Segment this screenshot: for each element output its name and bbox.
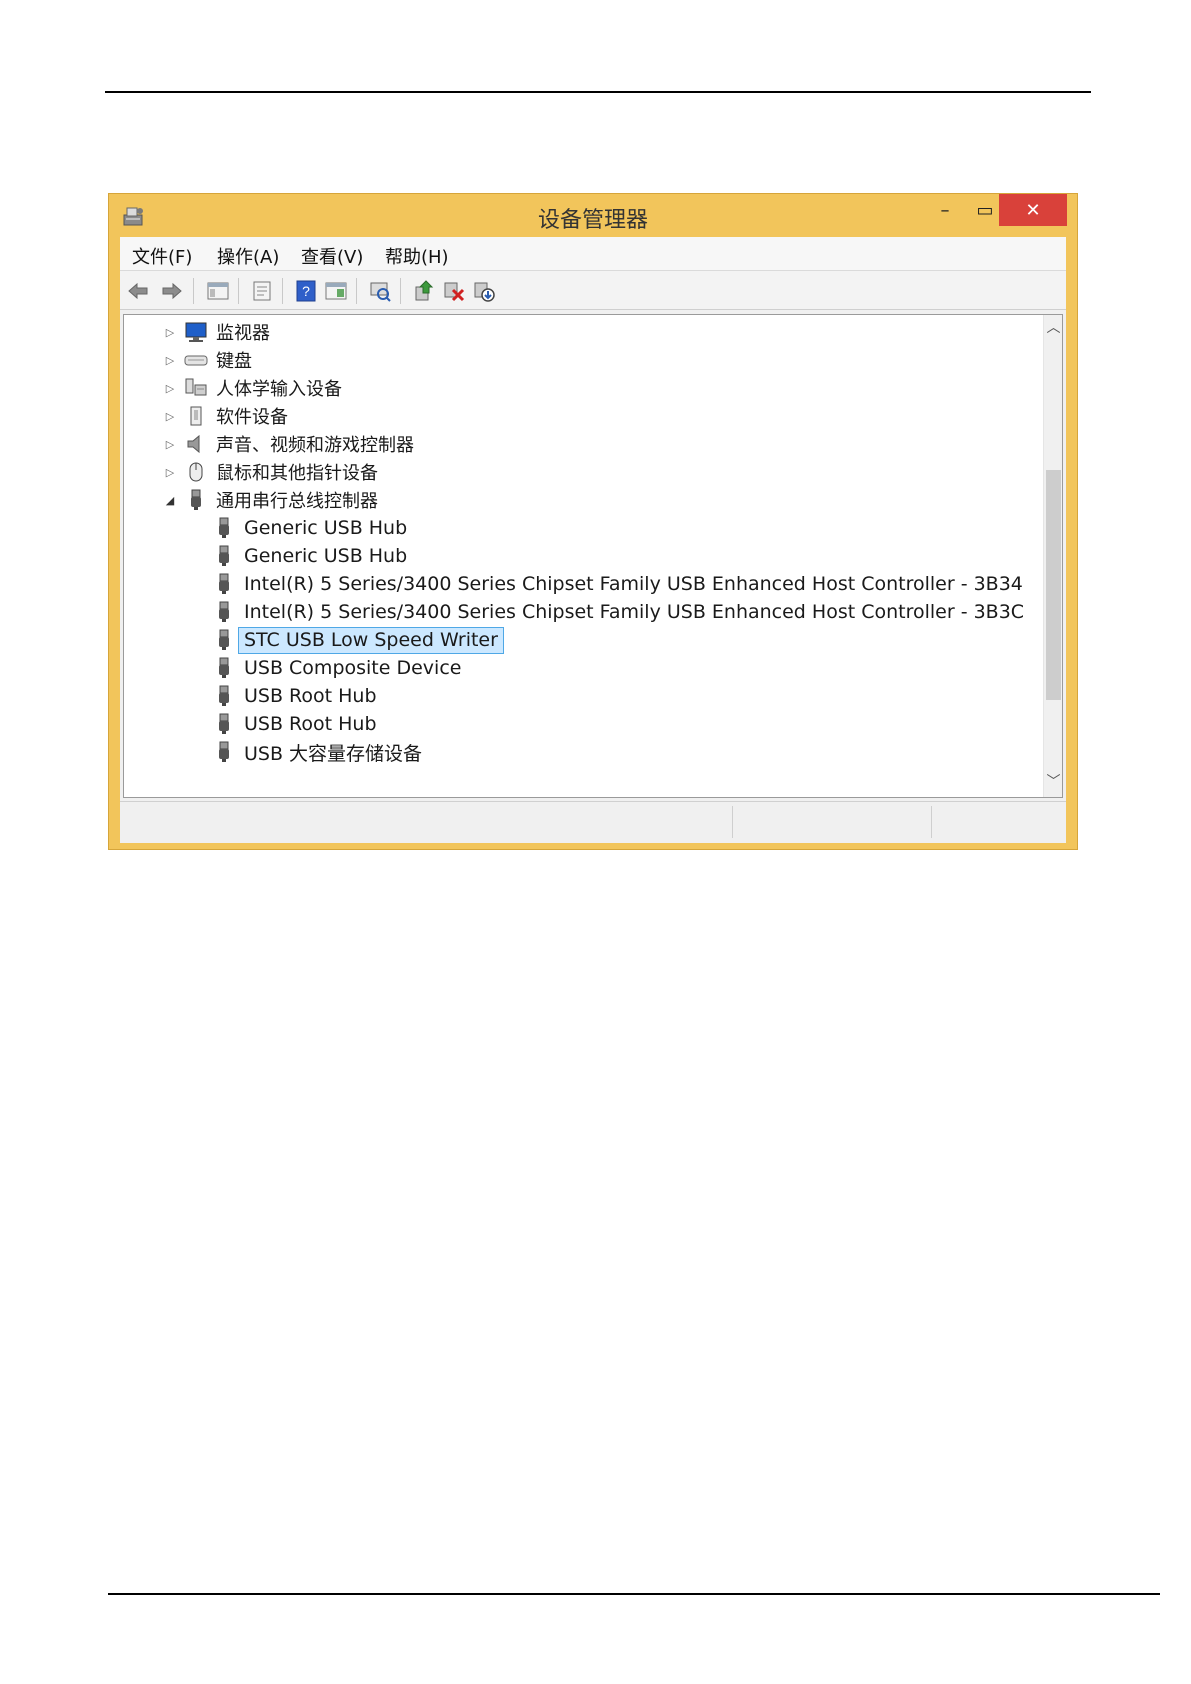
tree-label: STC USB Low Speed Writer — [238, 626, 504, 654]
title-bar[interactable]: 设备管理器 – ▭ ✕ — [109, 194, 1077, 236]
toolbar-separator — [400, 278, 401, 304]
device-manager-window: 设备管理器 – ▭ ✕ 文件(F) 操作(A) 查看(V) 帮助(H) ? ▷ … — [108, 193, 1078, 850]
tree-label: 声音、视频和游戏控制器 — [216, 435, 414, 456]
svg-text:?: ? — [302, 283, 310, 299]
tree-label: 监视器 — [216, 323, 270, 344]
tree-category-usb-controllers[interactable]: ◢ 通用串行总线控制器 — [162, 486, 378, 514]
minimize-button[interactable]: – — [926, 194, 964, 226]
expand-arrow-icon[interactable]: ▷ — [162, 354, 178, 367]
collapse-arrow-icon[interactable]: ◢ — [162, 494, 178, 507]
tree-label: USB Root Hub — [244, 685, 377, 707]
tree-label: Intel(R) 5 Series/3400 Series Chipset Fa… — [244, 573, 1023, 595]
tree-category-hid[interactable]: ▷ 人体学输入设备 — [162, 374, 342, 402]
tree-label: USB 大容量存储设备 — [244, 742, 423, 765]
client-area: 文件(F) 操作(A) 查看(V) 帮助(H) ? ▷ 监视器 ▷ 键盘 ▷ 人… — [120, 237, 1066, 843]
tree-label: 人体学输入设备 — [216, 379, 342, 400]
hid-icon — [185, 378, 207, 396]
tree-label: USB Composite Device — [244, 657, 462, 679]
tree-device-item[interactable]: Intel(R) 5 Series/3400 Series Chipset Fa… — [212, 598, 1024, 626]
tree-device-item[interactable]: Intel(R) 5 Series/3400 Series Chipset Fa… — [212, 570, 1023, 598]
help-icon[interactable]: ? — [294, 279, 318, 303]
tree-label: 鼠标和其他指针设备 — [216, 463, 378, 484]
tree-label: 通用串行总线控制器 — [216, 491, 378, 512]
tree-device-item[interactable]: USB 大容量存储设备 — [212, 738, 422, 766]
keyboard-icon — [184, 355, 208, 366]
expand-arrow-icon[interactable]: ▷ — [162, 466, 178, 479]
scroll-down-arrow-icon[interactable]: ﹀ — [1044, 771, 1062, 793]
speaker-icon — [187, 434, 200, 454]
tree-device-item-selected[interactable]: STC USB Low Speed Writer — [212, 626, 504, 654]
software-device-icon — [190, 406, 202, 426]
usb-plug-icon — [191, 489, 201, 510]
menu-bar: 文件(F) 操作(A) 查看(V) 帮助(H) — [120, 237, 1066, 271]
show-hide-console-tree-icon[interactable] — [206, 279, 230, 303]
tree-category-mice[interactable]: ▷ 鼠标和其他指针设备 — [162, 458, 378, 486]
menu-file[interactable]: 文件(F) — [132, 243, 192, 269]
tree-label: Generic USB Hub — [244, 517, 408, 539]
mouse-icon — [189, 462, 203, 482]
tree-category-monitors[interactable]: ▷ 监视器 — [162, 318, 270, 346]
expand-arrow-icon[interactable]: ▷ — [162, 410, 178, 423]
properties-icon[interactable] — [250, 279, 274, 303]
forward-arrow-icon[interactable] — [160, 279, 184, 303]
uninstall-device-icon[interactable] — [442, 279, 466, 303]
expand-arrow-icon[interactable]: ▷ — [162, 382, 178, 395]
toolbar-separator — [282, 278, 283, 304]
expand-arrow-icon[interactable]: ▷ — [162, 326, 178, 339]
toolbar: ? — [120, 271, 1066, 310]
disable-device-icon[interactable] — [472, 279, 496, 303]
usb-plug-icon — [219, 713, 229, 734]
usb-plug-icon — [219, 741, 229, 762]
monitor-icon — [185, 322, 207, 342]
expand-arrow-icon[interactable]: ▷ — [162, 438, 178, 451]
scroll-up-arrow-icon[interactable]: ︿ — [1044, 317, 1062, 339]
tree-category-software-devices[interactable]: ▷ 软件设备 — [162, 402, 288, 430]
update-driver-icon[interactable] — [412, 279, 436, 303]
scroll-thumb[interactable] — [1046, 470, 1061, 700]
tree-category-keyboards[interactable]: ▷ 键盘 — [162, 346, 252, 374]
header-rule — [105, 91, 1091, 93]
usb-plug-icon — [219, 685, 229, 706]
view-icon[interactable] — [324, 279, 348, 303]
tree-device-item[interactable]: USB Root Hub — [212, 710, 377, 738]
usb-plug-icon — [219, 517, 229, 538]
tree-label: Intel(R) 5 Series/3400 Series Chipset Fa… — [244, 601, 1025, 623]
usb-plug-icon — [219, 573, 229, 594]
tree-device-item[interactable]: Generic USB Hub — [212, 514, 407, 542]
tree-category-sound-video-game[interactable]: ▷ 声音、视频和游戏控制器 — [162, 430, 414, 458]
tree-label: USB Root Hub — [244, 713, 377, 735]
status-pane — [120, 806, 733, 838]
footer-rule — [108, 1593, 1160, 1595]
back-arrow-icon[interactable] — [126, 279, 150, 303]
scan-hardware-changes-icon[interactable] — [368, 279, 392, 303]
tree-device-item[interactable]: Generic USB Hub — [212, 542, 407, 570]
usb-plug-icon — [219, 601, 229, 622]
status-pane — [733, 806, 932, 838]
usb-plug-icon — [219, 657, 229, 678]
menu-view[interactable]: 查看(V) — [301, 243, 363, 269]
usb-plug-icon — [219, 545, 229, 566]
tree-label: 键盘 — [216, 351, 252, 372]
menu-help[interactable]: 帮助(H) — [385, 243, 449, 269]
menu-action[interactable]: 操作(A) — [217, 243, 279, 269]
tree-device-item[interactable]: USB Composite Device — [212, 654, 461, 682]
tree-device-item[interactable]: USB Root Hub — [212, 682, 377, 710]
tree-label: Generic USB Hub — [244, 545, 408, 567]
vertical-scrollbar[interactable]: ︿ ﹀ — [1043, 315, 1062, 797]
toolbar-separator — [238, 278, 239, 304]
tree-label: 软件设备 — [216, 407, 288, 428]
toolbar-separator — [356, 278, 357, 304]
usb-plug-icon — [219, 629, 229, 650]
status-pane — [932, 806, 1062, 838]
status-bar — [120, 801, 1066, 843]
toolbar-separator — [193, 278, 194, 304]
close-button[interactable]: ✕ — [999, 194, 1067, 226]
device-tree[interactable]: ▷ 监视器 ▷ 键盘 ▷ 人体学输入设备 ▷ 软件设备 ▷ 声音、视频和游戏控制… — [123, 314, 1063, 798]
